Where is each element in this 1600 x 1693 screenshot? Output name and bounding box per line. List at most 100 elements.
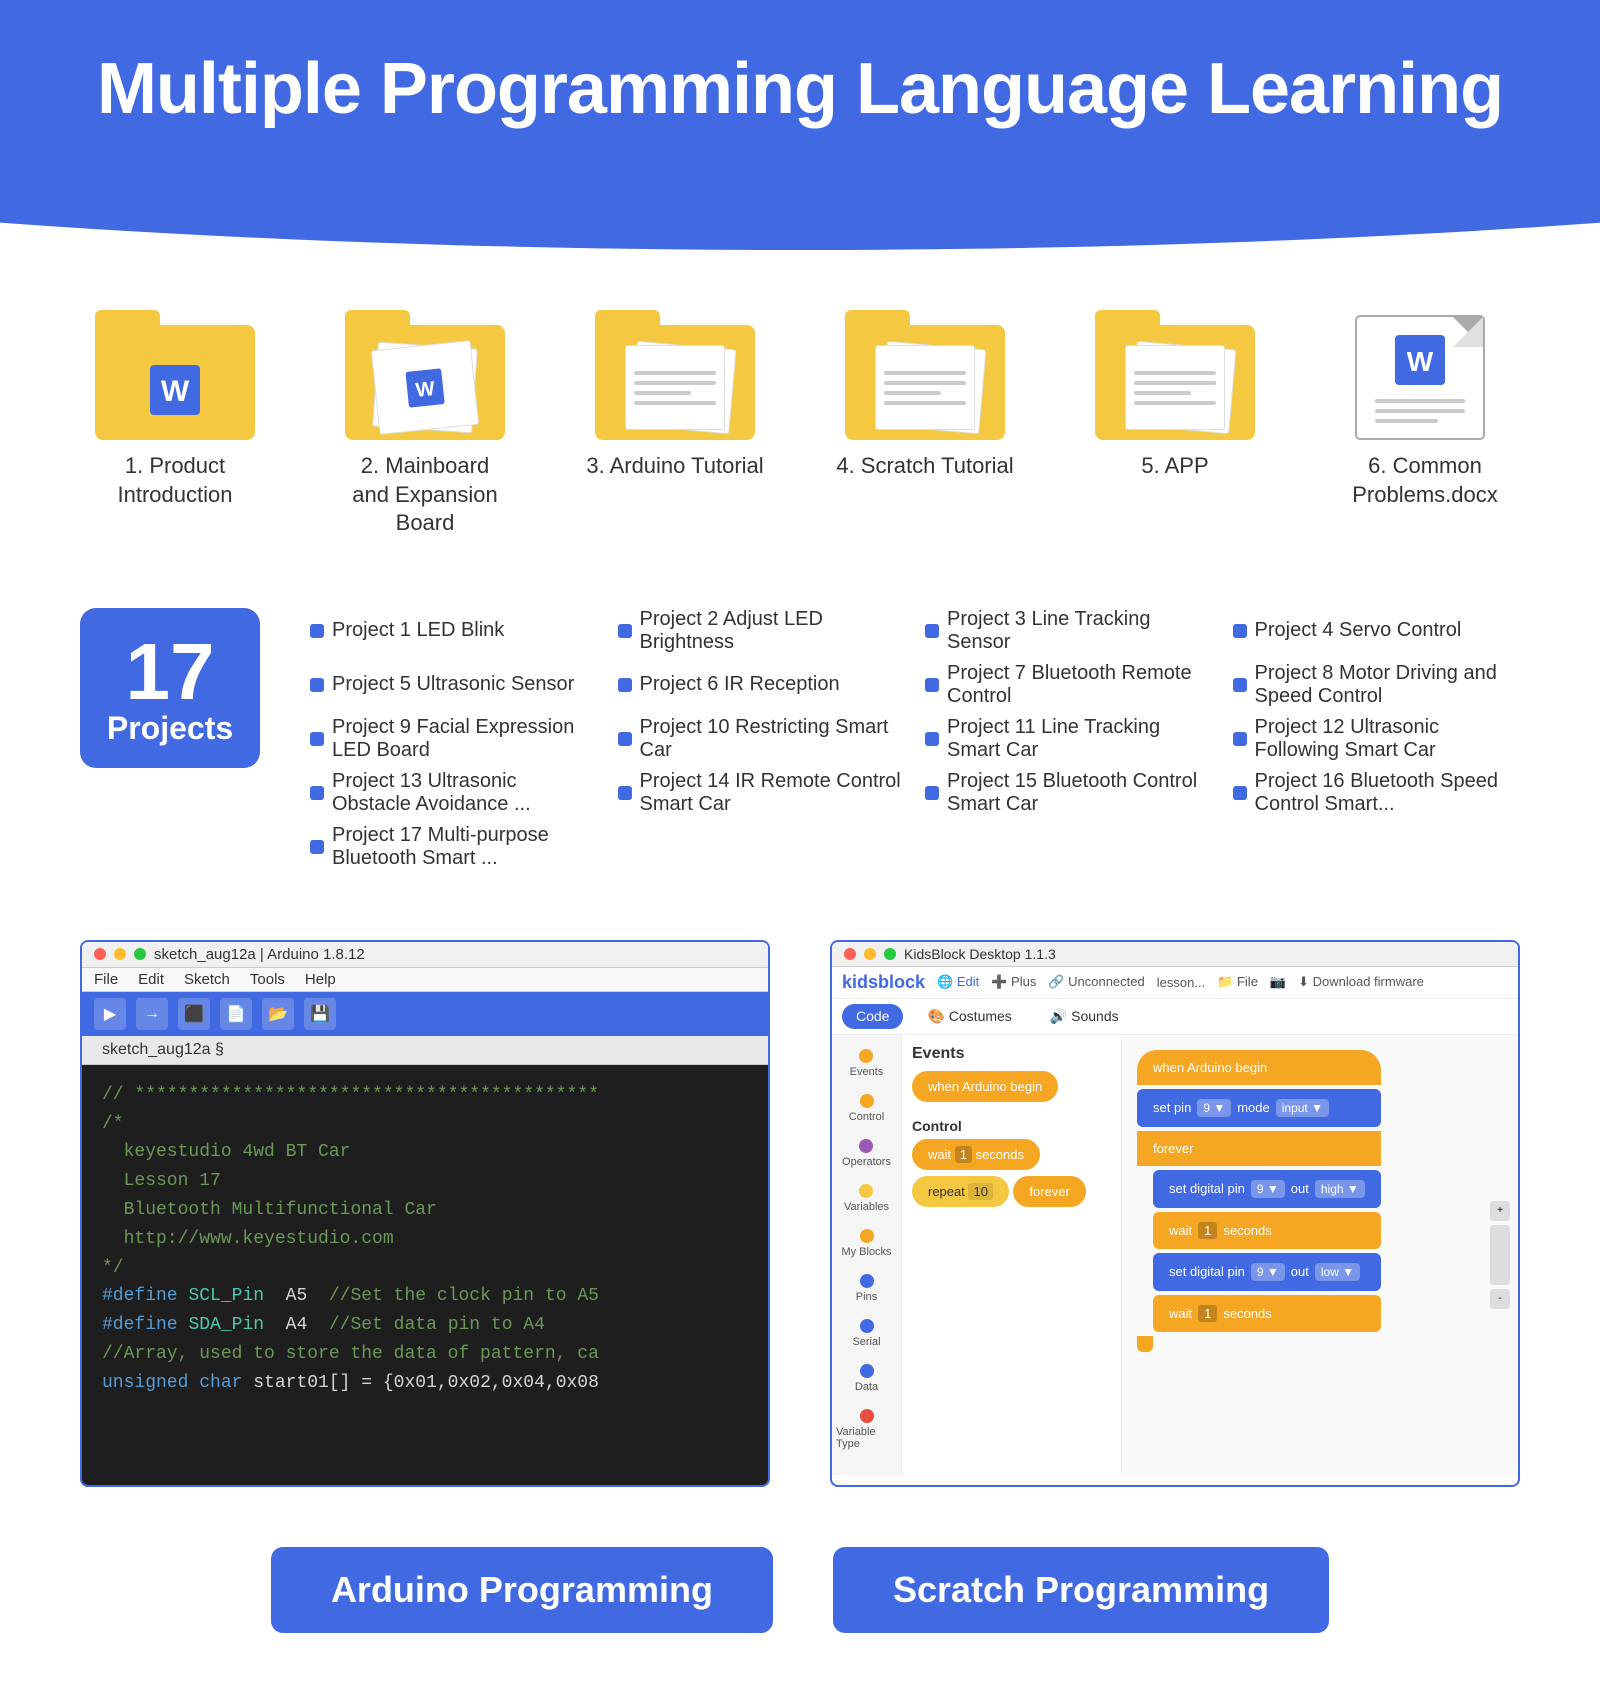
project-label: Project 2 Adjust LED Brightness xyxy=(640,608,906,654)
menu-help[interactable]: Help xyxy=(305,971,336,988)
kb-main-area: Events Control Operators Variables My Bl… xyxy=(832,1035,1518,1475)
folder-item[interactable]: 3. Arduino Tutorial xyxy=(580,310,770,538)
project-label: Project 11 Line Tracking Smart Car xyxy=(947,716,1213,762)
kb-sidebar-data[interactable]: Data xyxy=(851,1358,882,1399)
scratch-programming-label: Scratch Programming xyxy=(833,1547,1329,1633)
folder-icon-2: W xyxy=(345,310,505,440)
project-dot xyxy=(310,624,324,638)
menu-edit[interactable]: Edit xyxy=(138,971,164,988)
project-label: Project 1 LED Blink xyxy=(332,619,504,642)
project-item: Project 1 LED Blink xyxy=(310,608,598,654)
kb-sidebar-pins[interactable]: Pins xyxy=(852,1268,881,1309)
project-label: Project 14 IR Remote Control Smart Car xyxy=(640,770,906,816)
kb-block-when-arduino[interactable]: when Arduino begin xyxy=(912,1071,1058,1102)
project-label: Project 10 Restricting Smart Car xyxy=(640,716,906,762)
toolbar-debug[interactable]: ⬛ xyxy=(178,998,210,1030)
kb-sidebar-variables[interactable]: Variables xyxy=(840,1178,893,1219)
project-item: Project 5 Ultrasonic Sensor xyxy=(310,662,598,708)
arduino-titlebar: sketch_aug12a | Arduino 1.8.12 xyxy=(82,942,768,968)
folder-label-5: 5. APP xyxy=(1141,452,1208,481)
project-dot xyxy=(925,624,939,638)
folder-item[interactable]: W 2. Mainboard and Expansion Board xyxy=(330,310,520,538)
kb-sidebar-events[interactable]: Events xyxy=(846,1043,888,1084)
kb-sidebar-serial[interactable]: Serial xyxy=(848,1313,884,1354)
code-line: Bluetooth Multifunctional Car xyxy=(102,1196,748,1225)
kb-sidebar-myblocks[interactable]: My Blocks xyxy=(837,1223,895,1264)
menu-file[interactable]: File xyxy=(94,971,118,988)
project-dot xyxy=(1233,732,1247,746)
menu-sketch[interactable]: Sketch xyxy=(184,971,230,988)
kb-block-repeat[interactable]: repeat 10 xyxy=(912,1176,1009,1207)
kb-block-forever[interactable]: forever xyxy=(1013,1176,1085,1207)
win-dot-red-kb xyxy=(844,948,856,960)
kb-sidebar-control[interactable]: Control xyxy=(845,1088,888,1129)
toolbar-verify[interactable]: ▶ xyxy=(94,998,126,1030)
kb-tab-costumes[interactable]: 🎨 Costumes xyxy=(913,1004,1025,1029)
project-dot xyxy=(618,678,632,692)
project-item: Project 4 Servo Control xyxy=(1233,608,1521,654)
arduino-title-text: sketch_aug12a | Arduino 1.8.12 xyxy=(154,946,365,963)
folder-label-6: 6. Common Problems.docx xyxy=(1330,452,1520,509)
toolbar-new[interactable]: 📄 xyxy=(220,998,252,1030)
svg-text:W: W xyxy=(1407,346,1434,377)
arduino-tab[interactable]: sketch_aug12a § xyxy=(82,1036,768,1065)
folder-item[interactable]: 4. Scratch Tutorial xyxy=(830,310,1020,538)
kb-tabs: Code 🎨 Costumes 🔊 Sounds xyxy=(832,999,1518,1035)
project-item: Project 6 IR Reception xyxy=(618,662,906,708)
scratch-block-forever: forever xyxy=(1137,1131,1381,1166)
project-label: Project 12 Ultrasonic Following Smart Ca… xyxy=(1255,716,1521,762)
project-dot xyxy=(310,732,324,746)
arduino-toolbar: ▶ → ⬛ 📄 📂 💾 xyxy=(82,992,768,1036)
kb-canvas[interactable]: when Arduino begin set pin 9 ▼ mode inpu… xyxy=(1122,1035,1518,1475)
canvas-scroll-up[interactable]: + xyxy=(1490,1201,1510,1221)
win-dot-green xyxy=(134,948,146,960)
kb-nav-file[interactable]: 📁 File xyxy=(1217,974,1258,990)
folder-item[interactable]: W 6. Common Problems.docx xyxy=(1330,310,1520,538)
kb-sidebar-operators[interactable]: Operators xyxy=(838,1133,895,1174)
doc-icon-6: W xyxy=(1355,310,1495,440)
kb-nav-lesson[interactable]: lesson... xyxy=(1157,975,1205,990)
toolbar-upload[interactable]: → xyxy=(136,998,168,1030)
project-dot xyxy=(925,678,939,692)
folder-item[interactable]: W 1. Product Introduction xyxy=(80,310,270,538)
project-label: Project 5 Ultrasonic Sensor xyxy=(332,673,574,696)
kb-nav-unconnected[interactable]: 🔗 Unconnected xyxy=(1048,974,1144,990)
projects-grid: Project 1 LED Blink Project 2 Adjust LED … xyxy=(310,608,1520,870)
project-dot xyxy=(310,786,324,800)
scratch-block-when: when Arduino begin xyxy=(1137,1050,1381,1085)
projects-section: 17 Projects Project 1 LED BlinkProject 2… xyxy=(0,578,1600,900)
project-label: Project 9 Facial Expression LED Board xyxy=(332,716,598,762)
arduino-code-area: // *************************************… xyxy=(82,1065,768,1485)
toolbar-open[interactable]: 📂 xyxy=(262,998,294,1030)
project-label: Project 8 Motor Driving and Speed Contro… xyxy=(1255,662,1521,708)
kb-block-wait[interactable]: wait 1 seconds xyxy=(912,1139,1040,1170)
code-line: //Array, used to store the data of patte… xyxy=(102,1340,748,1369)
win-dot-green-kb xyxy=(884,948,896,960)
kb-brand: kidsblock xyxy=(842,972,925,993)
kb-nav-camera[interactable]: 📷 xyxy=(1270,974,1286,990)
kb-events-title: Events xyxy=(912,1045,1111,1063)
project-item: Project 8 Motor Driving and Speed Contro… xyxy=(1233,662,1521,708)
kb-sidebar-vartype[interactable]: Variable Type xyxy=(832,1403,901,1456)
kb-nav-edit[interactable]: 🌐 Edit xyxy=(937,974,979,990)
code-line: /* xyxy=(102,1110,748,1139)
arduino-window: sketch_aug12a | Arduino 1.8.12 File Edit… xyxy=(80,940,770,1487)
kb-control-title: Control xyxy=(912,1118,1111,1134)
folder-item[interactable]: 5. APP xyxy=(1080,310,1270,538)
folder-label-3: 3. Arduino Tutorial xyxy=(586,452,763,481)
kb-nav-download[interactable]: ⬇ Download firmware xyxy=(1298,974,1424,990)
kb-titlebar: KidsBlock Desktop 1.1.3 xyxy=(832,942,1518,967)
toolbar-save[interactable]: 💾 xyxy=(304,998,336,1030)
folder-icon-4 xyxy=(845,310,1005,440)
kb-tab-sounds[interactable]: 🔊 Sounds xyxy=(1036,1004,1133,1029)
folder-label-1: 1. Product Introduction xyxy=(80,452,270,509)
canvas-scrollbar[interactable] xyxy=(1490,1225,1510,1285)
project-label: Project 13 Ultrasonic Obstacle Avoidance… xyxy=(332,770,598,816)
project-dot xyxy=(925,732,939,746)
kb-nav-plus[interactable]: ➕ Plus xyxy=(991,974,1036,990)
project-dot xyxy=(925,786,939,800)
menu-tools[interactable]: Tools xyxy=(250,971,285,988)
canvas-scroll-down[interactable]: - xyxy=(1490,1289,1510,1309)
kb-tab-code[interactable]: Code xyxy=(842,1004,903,1029)
project-label: Project 6 IR Reception xyxy=(640,673,840,696)
